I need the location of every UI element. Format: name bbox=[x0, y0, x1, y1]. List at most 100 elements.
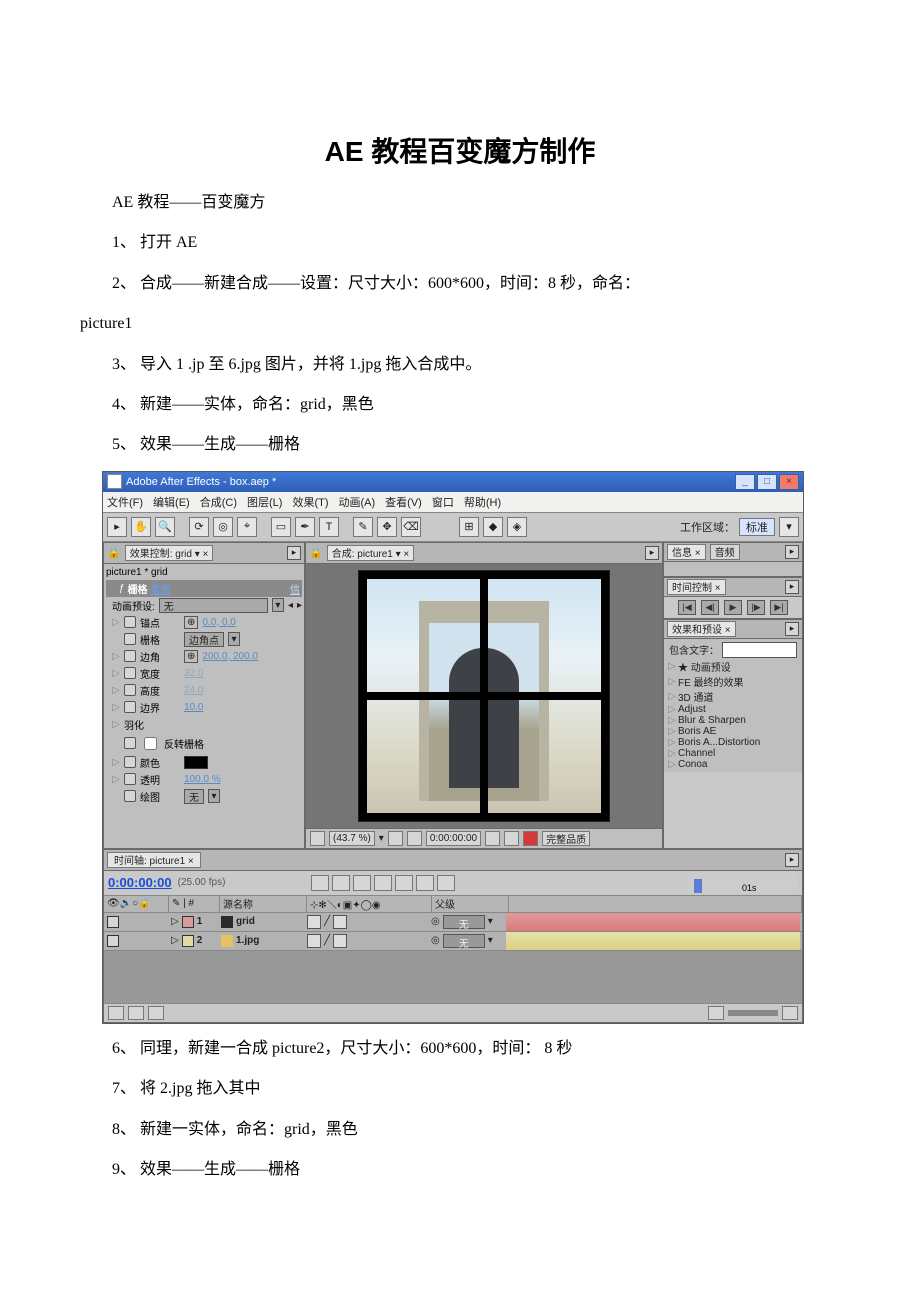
layer-bar[interactable] bbox=[506, 913, 800, 931]
stopwatch-icon[interactable] bbox=[124, 701, 136, 713]
eye-icon[interactable] bbox=[107, 935, 119, 947]
tl-icon[interactable] bbox=[353, 875, 371, 891]
twirl-icon[interactable]: ▷ bbox=[668, 759, 676, 770]
ec-color-swatch[interactable] bbox=[184, 756, 208, 769]
twirl-icon[interactable]: ▷ bbox=[112, 719, 120, 730]
preset-item[interactable]: ▷Boris A...Distortion bbox=[667, 737, 799, 748]
twirl-icon[interactable]: ▷ bbox=[668, 726, 676, 737]
ec-param-value[interactable]: 32.0 bbox=[184, 668, 203, 679]
timeline-layer-row[interactable]: ▷21.jpg╱◎无▾ bbox=[104, 932, 802, 951]
tl-icon[interactable] bbox=[374, 875, 392, 891]
mode-icon[interactable] bbox=[307, 915, 321, 929]
dropdown-icon[interactable]: ▾ bbox=[208, 789, 220, 803]
effects-presets-tab[interactable]: 效果和预设 × bbox=[667, 621, 736, 637]
cti-indicator[interactable] bbox=[694, 879, 702, 893]
tl-foot-icon[interactable] bbox=[108, 1006, 124, 1020]
tl-icon[interactable] bbox=[311, 875, 329, 891]
stopwatch-icon[interactable] bbox=[124, 684, 136, 696]
twirl-icon[interactable]: ▷ bbox=[171, 935, 179, 946]
menu-edit[interactable]: 编辑(E) bbox=[153, 494, 190, 510]
tc-last-frame[interactable]: ▶| bbox=[770, 600, 788, 615]
twirl-icon[interactable]: ▷ bbox=[112, 702, 120, 713]
audio-tab[interactable]: 音频 bbox=[710, 544, 740, 560]
twirl-icon[interactable]: ▷ bbox=[668, 737, 676, 748]
preset-item[interactable]: ▷★ 动画预设 bbox=[667, 659, 799, 674]
panel-menu-button[interactable]: ▸ bbox=[785, 622, 799, 636]
layer-bar[interactable] bbox=[506, 932, 800, 950]
twirl-icon[interactable]: ▷ bbox=[668, 691, 676, 702]
twirl-icon[interactable]: ▷ bbox=[668, 704, 676, 715]
tool-brush[interactable]: ✎ bbox=[353, 517, 373, 537]
crosshair-icon[interactable]: ⊕ bbox=[184, 616, 198, 629]
tl-zoom-slider[interactable] bbox=[728, 1010, 778, 1016]
lock-icon[interactable]: 🔒 bbox=[309, 546, 323, 559]
panel-menu-button[interactable]: ▸ bbox=[645, 546, 659, 560]
stopwatch-icon[interactable] bbox=[124, 633, 136, 645]
region-icon[interactable] bbox=[504, 831, 519, 846]
panel-menu-button[interactable]: ▸ bbox=[287, 546, 301, 560]
dropdown-icon[interactable]: ▾ bbox=[272, 598, 284, 612]
tool-zoom[interactable]: 🔍 bbox=[155, 517, 175, 537]
eye-icon[interactable] bbox=[107, 916, 119, 928]
preset-item[interactable]: ▷FE 最终的效果 bbox=[667, 674, 799, 689]
effect-enable-icon[interactable]: ƒ bbox=[119, 583, 125, 594]
lock-icon[interactable]: 🔒 bbox=[107, 546, 121, 559]
label-color[interactable] bbox=[182, 916, 194, 928]
tool-axis-world[interactable]: ◆ bbox=[483, 517, 503, 537]
menu-effect[interactable]: 效果(T) bbox=[292, 494, 328, 510]
timeline-timecode[interactable]: 0:00:00:00 bbox=[108, 875, 172, 890]
tool-hand[interactable]: ✋ bbox=[131, 517, 151, 537]
dropdown-icon[interactable]: ▾ bbox=[228, 632, 240, 646]
stopwatch-icon[interactable] bbox=[124, 650, 136, 662]
timeline-tab[interactable]: 时间轴: picture1 × bbox=[107, 852, 201, 868]
parent-select[interactable]: 无 bbox=[443, 934, 485, 948]
close-button[interactable]: × bbox=[779, 474, 799, 490]
twirl-icon[interactable]: ▷ bbox=[668, 715, 676, 726]
viewer-time[interactable]: 0:00:00:00 bbox=[426, 831, 481, 846]
nav-prev-icon[interactable]: ◂ bbox=[288, 600, 293, 611]
label-color[interactable] bbox=[182, 935, 194, 947]
dropdown-icon[interactable]: ▾ bbox=[488, 916, 493, 927]
panel-menu-button[interactable]: ▸ bbox=[785, 853, 799, 867]
time-controls-tab[interactable]: 时间控制 × bbox=[667, 579, 726, 595]
stopwatch-icon[interactable] bbox=[124, 737, 136, 749]
ec-param-select[interactable]: 无 bbox=[184, 789, 204, 804]
stopwatch-icon[interactable] bbox=[124, 773, 136, 785]
menu-view[interactable]: 查看(V) bbox=[385, 494, 422, 510]
tc-play[interactable]: ▶ bbox=[724, 600, 742, 615]
zoom-level[interactable]: (43.7 %) bbox=[329, 831, 375, 846]
preset-item[interactable]: ▷Conoa bbox=[667, 759, 799, 770]
tl-icon[interactable] bbox=[437, 875, 455, 891]
comp-viewer-tab[interactable]: 合成: picture1 ▾ × bbox=[327, 545, 415, 561]
camera-icon[interactable] bbox=[485, 831, 500, 846]
tc-next-frame[interactable]: |▶ bbox=[747, 600, 765, 615]
nav-next-icon[interactable]: ▸ bbox=[297, 600, 302, 611]
preset-item[interactable]: ▷Boris AE bbox=[667, 726, 799, 737]
ec-effect-header[interactable]: ▽ ƒ 栅格 重置 信 bbox=[106, 580, 302, 597]
ec-param-value[interactable]: 10.0 bbox=[184, 702, 203, 713]
tool-clone[interactable]: ✥ bbox=[377, 517, 397, 537]
menu-window[interactable]: 窗口 bbox=[432, 494, 454, 510]
timeline-empty-area[interactable] bbox=[104, 951, 802, 1003]
tl-icon[interactable] bbox=[416, 875, 434, 891]
preset-item[interactable]: ▷Channel bbox=[667, 748, 799, 759]
presets-search-input[interactable] bbox=[722, 642, 797, 658]
twirl-icon[interactable]: ▷ bbox=[112, 617, 120, 628]
tool-rect[interactable]: ▭ bbox=[271, 517, 291, 537]
stopwatch-icon[interactable] bbox=[124, 667, 136, 679]
tool-rotate[interactable]: ⟳ bbox=[189, 517, 209, 537]
tool-pen[interactable]: ✒ bbox=[295, 517, 315, 537]
mode-icon[interactable] bbox=[307, 934, 321, 948]
menu-comp[interactable]: 合成(C) bbox=[200, 494, 237, 510]
tl-icon[interactable] bbox=[332, 875, 350, 891]
tool-panbehind[interactable]: ⌖ bbox=[237, 517, 257, 537]
minimize-button[interactable]: _ bbox=[735, 474, 755, 490]
tool-eraser[interactable]: ⌫ bbox=[401, 517, 421, 537]
timeline-layer-row[interactable]: ▷1grid╱◎无▾ bbox=[104, 913, 802, 932]
tl-zoom-in-icon[interactable] bbox=[782, 1006, 798, 1020]
grid-toggle-icon[interactable] bbox=[388, 831, 403, 846]
twirl-icon[interactable]: ▷ bbox=[112, 774, 120, 785]
twirl-icon[interactable]: ▽ bbox=[108, 583, 116, 594]
comp-viewer-body[interactable] bbox=[306, 564, 662, 828]
stopwatch-icon[interactable] bbox=[124, 616, 136, 628]
